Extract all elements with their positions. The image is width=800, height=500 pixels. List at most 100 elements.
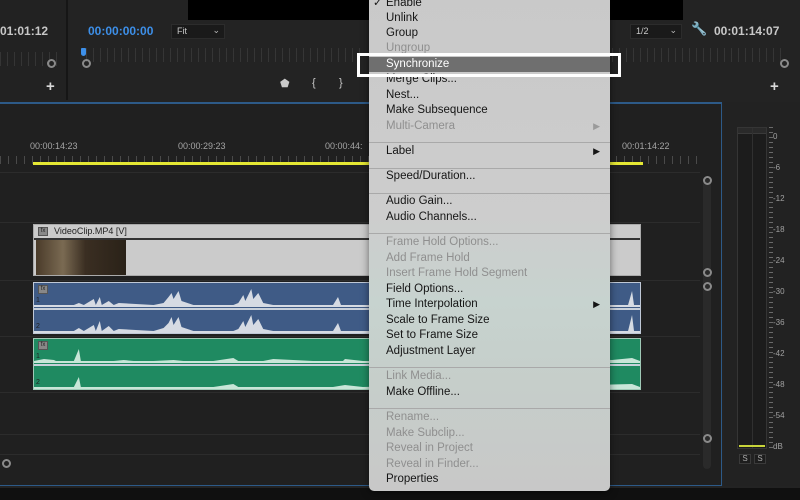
menu-item-label: Label <box>386 145 415 157</box>
menu-item-label: Multi-Camera <box>386 120 456 132</box>
menu-item-label: Speed/Duration... <box>386 170 476 182</box>
menu-item-label: Reveal in Finder... <box>386 458 479 470</box>
menu-item-label: Add Frame Hold <box>386 252 470 264</box>
program-duration-timecode: 00:01:14:07 <box>714 24 780 38</box>
menu-item-time-interpolation[interactable]: Time Interpolation ▶ <box>369 297 610 312</box>
menu-item-label: Make Subsequence <box>386 104 488 116</box>
menu-item-make-offline[interactable]: Make Offline... <box>369 385 610 400</box>
menu-item-make-subclip: Make Subclip... <box>369 426 610 441</box>
meter-scale-label: -12 <box>773 194 785 203</box>
meter-scale-label: dB <box>773 442 783 451</box>
menu-separator <box>369 408 610 409</box>
menu-separator <box>369 142 610 143</box>
meter-scale-label: -24 <box>773 256 785 265</box>
menu-item-adjustment-layer[interactable]: Adjustment Layer <box>369 344 610 359</box>
meter-scale-label: -6 <box>773 163 781 172</box>
menu-separator <box>369 193 610 194</box>
program-time-ruler[interactable] <box>86 48 366 62</box>
menu-item-multi-camera: Multi-Camera ▶ <box>369 119 610 134</box>
meter-scale-label: 0 <box>773 132 778 141</box>
zoom-level-select[interactable]: Fit ⌄ <box>171 24 225 39</box>
menu-item-audio-channels[interactable]: Audio Channels... <box>369 210 610 225</box>
menu-item-label: Frame Hold Options... <box>386 236 499 248</box>
menu-item-field-options[interactable]: Field Options... <box>369 282 610 297</box>
menu-item-properties[interactable]: Properties <box>369 472 610 487</box>
menu-item-add-frame-hold: Add Frame Hold <box>369 251 610 266</box>
menu-item-label: Set to Frame Size <box>386 329 479 341</box>
source-zoom-handle[interactable] <box>47 59 56 68</box>
program-add-button[interactable]: + <box>770 79 779 94</box>
mark-in-icon[interactable]: { <box>312 78 316 89</box>
program-zoom-handle-left[interactable] <box>82 59 91 68</box>
audio-meter <box>737 127 767 449</box>
chevron-down-icon: ⌄ <box>212 25 220 35</box>
vertical-zoom-handle-bottom[interactable] <box>703 434 712 443</box>
video-clip-name: VideoClip.MP4 [V] <box>54 226 127 236</box>
marker-icon[interactable]: ⬟ <box>280 79 290 90</box>
menu-item-label: Group <box>386 27 418 39</box>
menu-item-make-subsequence[interactable]: Make Subsequence <box>369 103 610 118</box>
vertical-zoom-handle[interactable] <box>703 268 712 277</box>
menu-item-group[interactable]: Group <box>369 26 610 41</box>
mark-out-icon[interactable]: } <box>339 78 343 89</box>
menu-separator <box>369 168 610 169</box>
vertical-zoom-handle-top[interactable] <box>703 176 712 185</box>
menu-item-nest[interactable]: Nest... <box>369 88 610 103</box>
menu-item-enable[interactable]: ✓ Enable <box>369 0 610 11</box>
meter-level <box>739 445 765 447</box>
horizontal-zoom-handle[interactable] <box>2 459 11 468</box>
ruler-label: 00:01:14:22 <box>622 141 670 151</box>
program-time-ruler-right[interactable] <box>612 48 782 62</box>
menu-item-unlink[interactable]: Unlink <box>369 11 610 26</box>
submenu-arrow-icon: ▶ <box>593 299 600 309</box>
menu-item-reveal-in-finder: Reveal in Finder... <box>369 457 610 472</box>
source-timecode[interactable]: 01:01:12 <box>0 24 48 38</box>
solo-button-left[interactable]: S <box>739 454 751 464</box>
menu-item-label: Time Interpolation <box>386 298 478 310</box>
program-current-timecode[interactable]: 00:00:00:00 <box>88 24 153 38</box>
submenu-arrow-icon: ▶ <box>593 146 600 156</box>
fx-badge: fx <box>38 227 48 236</box>
menu-item-label: Make Offline... <box>386 386 460 398</box>
menu-item-reveal-in-project: Reveal in Project <box>369 441 610 456</box>
zoom-level-value: Fit <box>177 26 187 36</box>
video-thumbnail <box>36 240 126 275</box>
audio-meter-panel: 0 -6 -12 -18 -24 -30 -36 -42 -48 -54 dB S S <box>724 102 800 486</box>
menu-item-frame-hold-options: Frame Hold Options... <box>369 235 610 250</box>
premiere-window: 01:01:12 + 00:00:00:00 Fit ⌄ ⬟ { } 1/2 ⌄… <box>0 0 800 500</box>
meter-scale-label: -36 <box>773 318 785 327</box>
menu-item-rename: Rename... <box>369 410 610 425</box>
menu-item-speed-duration[interactable]: Speed/Duration... <box>369 169 610 184</box>
ruler-label: 00:00:29:23 <box>178 141 226 151</box>
meter-scale-label: -30 <box>773 287 785 296</box>
chevron-down-icon: ⌄ <box>669 25 677 35</box>
solo-button-right[interactable]: S <box>754 454 766 464</box>
vertical-zoom-handle[interactable] <box>703 282 712 291</box>
wrench-icon[interactable]: 🔧 <box>691 21 707 37</box>
menu-item-label: Enable <box>386 0 422 9</box>
ruler-label: 00:00:14:23 <box>30 141 78 151</box>
menu-item-label[interactable]: Label ▶ <box>369 144 610 159</box>
menu-item-set-to-frame-size[interactable]: Set to Frame Size <box>369 328 610 343</box>
menu-item-label: Nest... <box>386 89 420 101</box>
source-monitor-panel: 01:01:12 + <box>0 0 68 100</box>
menu-item-label: Make Subclip... <box>386 427 465 439</box>
timeline-vertical-scrollbar[interactable] <box>703 179 711 469</box>
program-zoom-handle-right[interactable] <box>780 59 789 68</box>
menu-item-scale-to-frame-size[interactable]: Scale to Frame Size <box>369 313 610 328</box>
menu-item-label: Rename... <box>386 411 440 423</box>
menu-item-label: Unlink <box>386 12 418 24</box>
resolution-select[interactable]: 1/2 ⌄ <box>630 24 682 39</box>
channel-number: 1 <box>36 353 40 360</box>
menu-separator <box>369 233 610 234</box>
timeline-panel: 00:00:14:23 00:00:29:23 00:00:44: 00:01:… <box>0 102 722 486</box>
menu-item-label: Properties <box>386 473 439 485</box>
menu-item-label: Audio Channels... <box>386 211 477 223</box>
meter-channel-divider <box>752 128 753 448</box>
checkmark-icon: ✓ <box>373 0 383 9</box>
source-add-button[interactable]: + <box>46 79 55 94</box>
menu-item-audio-gain[interactable]: Audio Gain... <box>369 194 610 209</box>
meter-scale-label: -42 <box>773 349 785 358</box>
meter-scale-label: -18 <box>773 225 785 234</box>
menu-item-link-media: Link Media... <box>369 369 610 384</box>
